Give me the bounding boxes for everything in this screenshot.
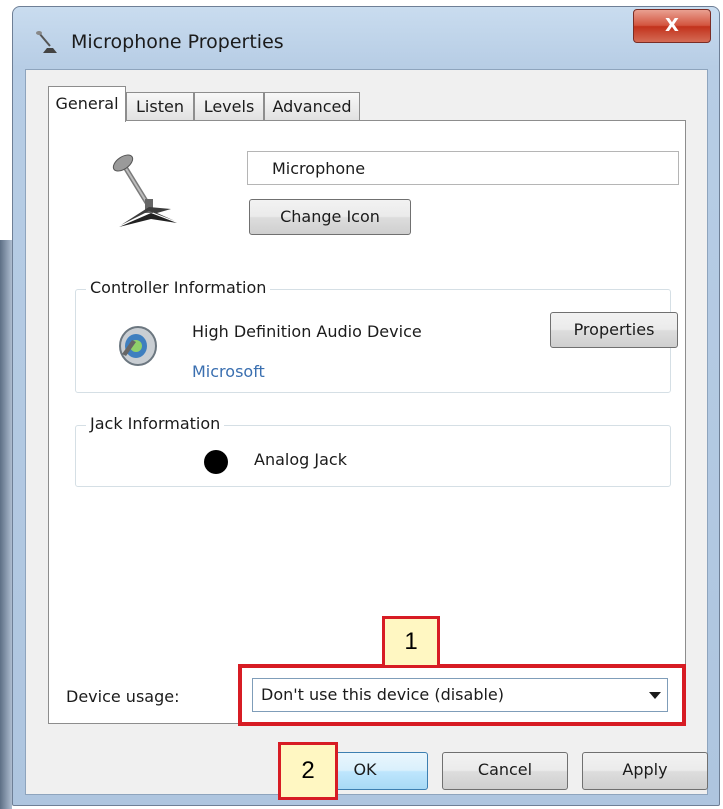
speaker-icon xyxy=(116,324,158,368)
general-tab-panel: Change Icon Controller Information High … xyxy=(48,120,686,724)
title-bar[interactable]: Microphone Properties X xyxy=(13,7,719,69)
background-shade xyxy=(0,240,12,809)
jack-information-label: Jack Information xyxy=(86,414,225,433)
callout-1: 1 xyxy=(382,616,440,668)
tab-listen[interactable]: Listen xyxy=(126,92,194,120)
close-icon: X xyxy=(665,15,679,36)
change-icon-button[interactable]: Change Icon xyxy=(249,199,411,235)
tab-advanced[interactable]: Advanced xyxy=(264,92,360,120)
controller-information-label: Controller Information xyxy=(86,278,271,297)
jack-name: Analog Jack xyxy=(254,450,347,469)
device-usage-label: Device usage: xyxy=(66,687,180,706)
window-title: Microphone Properties xyxy=(71,31,284,53)
properties-button[interactable]: Properties xyxy=(550,312,678,348)
controller-device-name: High Definition Audio Device xyxy=(192,322,422,341)
callout-2: 2 xyxy=(278,742,338,800)
jack-information-group: Jack Information Analog Jack xyxy=(75,414,671,487)
device-name-field[interactable] xyxy=(247,151,679,185)
highlight-box-device-usage xyxy=(238,664,686,726)
cancel-button[interactable]: Cancel xyxy=(442,752,568,790)
jack-color-icon xyxy=(204,450,228,474)
microphone-device-icon xyxy=(109,151,179,231)
close-button[interactable]: X xyxy=(633,9,711,43)
controller-information-group: Controller Information High Definition A… xyxy=(75,278,678,393)
apply-button[interactable]: Apply xyxy=(582,752,708,790)
microphone-title-icon xyxy=(35,29,61,55)
controller-vendor-link[interactable]: Microsoft xyxy=(192,362,265,381)
tab-general[interactable]: General xyxy=(48,86,126,122)
tab-levels[interactable]: Levels xyxy=(194,92,264,120)
